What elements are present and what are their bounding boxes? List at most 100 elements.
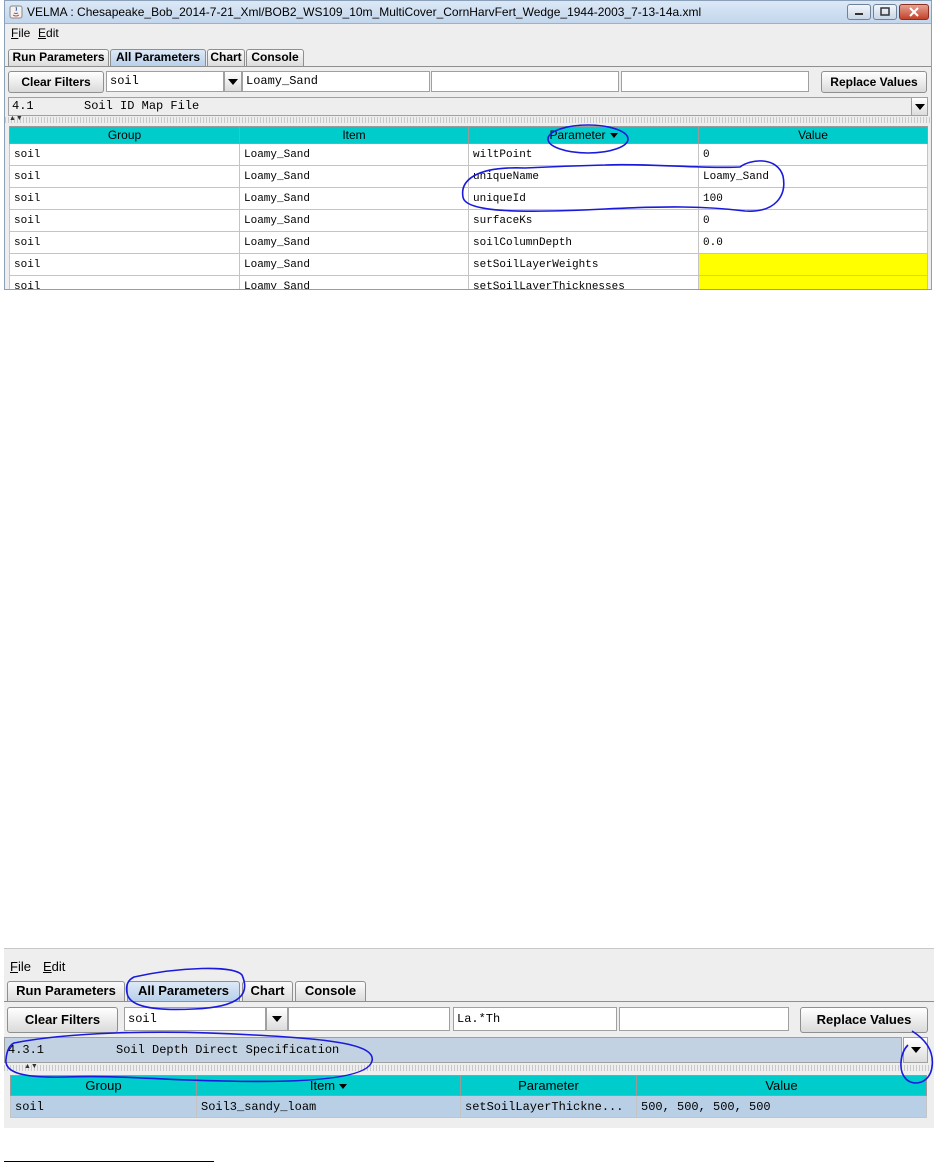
cell-group[interactable]: soil [9,165,240,188]
column-header-parameter[interactable]: Parameter [460,1075,637,1096]
splitter-arrows-icon[interactable]: ▲▼ [9,115,23,123]
cell-parameter[interactable]: soilColumnDepth [468,231,699,254]
value-filter-field[interactable] [621,71,809,92]
tab-chart[interactable]: Chart [207,49,245,66]
cell-group[interactable]: soil [9,209,240,232]
parameter-filter-field[interactable]: La.*Th [453,1007,617,1031]
table-row[interactable]: soil Loamy_Sand setSoilLayerThicknesses [9,275,928,289]
split-pane-divider[interactable]: ▲▼ [5,115,931,123]
table-row[interactable]: soil Loamy_Sand surfaceKs 0 [9,209,928,232]
column-header-group[interactable]: Group [10,1075,197,1096]
close-icon [909,7,919,17]
cell-parameter[interactable]: wiltPoint [468,143,699,166]
cell-value[interactable]: 0 [698,143,928,166]
table-row-selected[interactable]: soil Soil3_sandy_loam setSoilLayerThickn… [10,1095,927,1118]
menu-file[interactable]: File [11,26,30,40]
cell-value[interactable]: 500, 500, 500, 500 [636,1095,927,1118]
table-row[interactable]: soil Loamy_Sand wiltPoint 0 [9,143,928,166]
value-filter-field[interactable] [619,1007,789,1031]
category-dropdown-arrow[interactable] [911,97,928,116]
cell-item[interactable]: Loamy_Sand [239,209,469,232]
cell-parameter[interactable]: uniqueId [468,187,699,210]
cell-item[interactable]: Loamy_Sand [239,143,469,166]
cell-parameter[interactable]: setSoilLayerWeights [468,253,699,276]
cell-group[interactable]: soil [9,231,240,254]
column-header-item[interactable]: Item [239,126,469,144]
cell-value-empty[interactable] [698,275,928,289]
category-select[interactable]: 4.1 Soil ID Map File [8,97,912,116]
close-button[interactable] [899,4,929,20]
tab-chart[interactable]: Chart [242,981,293,1001]
sort-descending-icon [339,1084,348,1090]
menu-edit[interactable]: Edit [43,959,65,974]
column-header-group[interactable]: Group [9,126,240,144]
column-header-value[interactable]: Value [636,1075,927,1096]
tab-run-parameters[interactable]: Run Parameters [8,49,109,66]
split-pane-divider[interactable]: ▲▼ [4,1063,934,1071]
tab-run-parameters[interactable]: Run Parameters [7,981,125,1001]
table-row[interactable]: soil Loamy_Sand soilColumnDepth 0.0 [9,231,928,254]
column-header-parameter-label: Parameter [549,128,606,142]
window-title: VELMA : Chesapeake_Bob_2014-7-21_Xml/BOB… [27,5,702,19]
splitter-arrows-icon[interactable]: ▲▼ [24,1063,38,1071]
cell-group[interactable]: soil [10,1095,197,1118]
maximize-button[interactable] [873,4,897,20]
menu-file[interactable]: File [10,959,31,974]
column-header-parameter[interactable]: Parameter [468,126,699,144]
column-header-item[interactable]: Item [196,1075,461,1096]
parameters-table: Group Item Parameter Value soil Loamy_Sa… [9,126,928,289]
item-filter-field[interactable] [288,1007,450,1031]
group-filter-dropdown-arrow[interactable] [224,71,242,92]
cell-value[interactable]: 0 [698,209,928,232]
parameters-table: Group Item Parameter Value soil Soil3_sa… [10,1075,927,1118]
cell-group[interactable]: soil [9,143,240,166]
cell-value-empty[interactable] [698,253,928,276]
cell-parameter[interactable]: uniqueName [468,165,699,188]
cell-value[interactable]: Loamy_Sand [698,165,928,188]
tab-all-parameters[interactable]: All Parameters [110,49,206,66]
cell-item[interactable]: Loamy_Sand [239,275,469,289]
clear-filters-button[interactable]: Clear Filters [7,1007,118,1033]
parameter-filter-field[interactable] [431,71,619,92]
cell-parameter[interactable]: setSoilLayerThickne... [460,1095,637,1118]
cell-parameter[interactable]: surfaceKs [468,209,699,232]
cell-parameter[interactable]: setSoilLayerThicknesses [468,275,699,289]
tab-all-parameters[interactable]: All Parameters [127,981,240,1001]
screenshot-bottom: File Edit Run Parameters All Parameters … [4,948,934,1128]
cell-item[interactable]: Loamy_Sand [239,187,469,210]
group-filter-dropdown-arrow[interactable] [266,1007,288,1031]
table-row[interactable]: soil Loamy_Sand setSoilLayerWeights [9,253,928,276]
title-bar: VELMA : Chesapeake_Bob_2014-7-21_Xml/BOB… [5,1,931,24]
screenshot-top: VELMA : Chesapeake_Bob_2014-7-21_Xml/BOB… [4,0,932,290]
replace-values-button[interactable]: Replace Values [800,1007,928,1033]
cell-item[interactable]: Loamy_Sand [239,165,469,188]
category-select[interactable]: 4.3.1 Soil Depth Direct Specification [4,1037,902,1063]
cell-item[interactable]: Soil3_sandy_loam [196,1095,461,1118]
footnote-rule [4,1161,214,1162]
cell-group[interactable]: soil [9,253,240,276]
group-filter-field[interactable]: soil [106,71,224,92]
tab-strip: Run Parameters All Parameters Chart Cons… [4,981,934,1002]
cell-group[interactable]: soil [9,275,240,289]
minimize-icon [855,13,863,15]
clear-filters-button[interactable]: Clear Filters [8,71,104,93]
tab-console[interactable]: Console [295,981,366,1001]
column-header-value[interactable]: Value [698,126,928,144]
cell-value[interactable]: 0.0 [698,231,928,254]
replace-values-button[interactable]: Replace Values [821,71,927,93]
group-filter-field[interactable]: soil [124,1007,266,1031]
cell-group[interactable]: soil [9,187,240,210]
java-app-icon [9,5,23,19]
item-filter-field[interactable]: Loamy_Sand [242,71,430,92]
maximize-icon [880,7,890,16]
table-row[interactable]: soil Loamy_Sand uniqueId 100 [9,187,928,210]
tab-console[interactable]: Console [246,49,304,66]
menu-edit[interactable]: Edit [38,26,59,40]
sort-descending-icon [609,133,618,139]
cell-item[interactable]: Loamy_Sand [239,253,469,276]
table-row[interactable]: soil Loamy_Sand uniqueName Loamy_Sand [9,165,928,188]
cell-value[interactable]: 100 [698,187,928,210]
cell-item[interactable]: Loamy_Sand [239,231,469,254]
minimize-button[interactable] [847,4,871,20]
category-dropdown-arrow[interactable] [903,1037,928,1063]
